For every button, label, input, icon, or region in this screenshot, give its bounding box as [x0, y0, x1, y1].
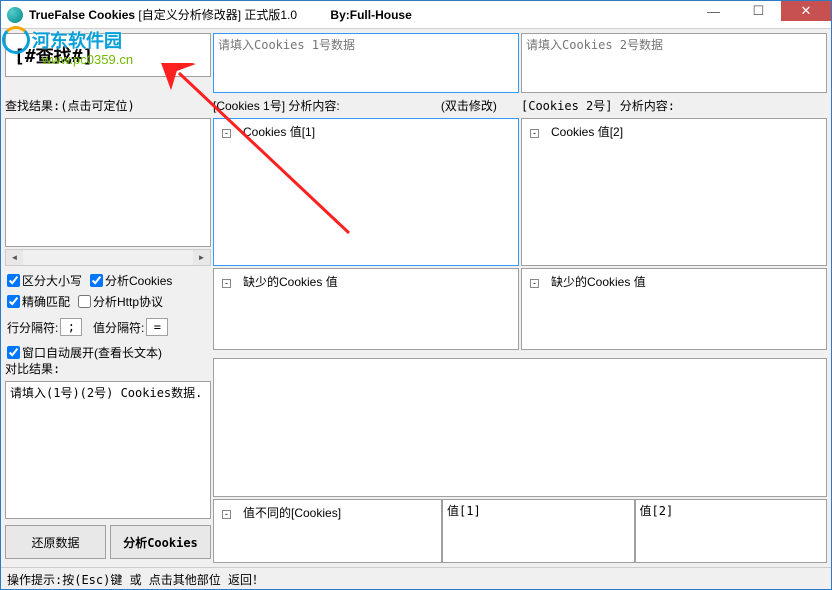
search-input[interactable] [5, 33, 211, 77]
collapse-icon[interactable]: - [222, 279, 231, 288]
search-results-list[interactable] [5, 118, 211, 247]
titlebar: TrueFalse Cookies [自定义分析修改器] 正式版1.0 By:F… [1, 1, 831, 29]
cookies2-missing[interactable]: -缺少的Cookies 值 [521, 268, 827, 350]
collapse-icon[interactable]: - [530, 279, 539, 288]
tree-row: -缺少的Cookies 值 [526, 271, 822, 292]
case-sensitive-checkbox[interactable]: 区分大小写 [7, 272, 82, 289]
horizontal-scrollbar[interactable]: ◄ ► [5, 249, 211, 266]
collapse-icon[interactable]: - [222, 510, 231, 519]
diff-col-val1[interactable]: 值[1] [442, 499, 635, 563]
cookies1-input[interactable] [213, 33, 519, 93]
analyze-cookies-checkbox[interactable]: 分析Cookies [90, 272, 172, 289]
search-results-label: 查找结果:(点击可定位) [5, 95, 211, 116]
analyze-http-checkbox[interactable]: 分析Http协议 [78, 293, 163, 310]
collapse-icon[interactable]: - [222, 129, 231, 138]
tree-row[interactable]: -Cookies 值[1] [218, 121, 514, 142]
collapse-icon[interactable]: - [530, 129, 539, 138]
cookies1-analysis-label: [Cookies 1号] 分析内容: (双击修改) [213, 95, 519, 116]
statusbar: 操作提示:按(Esc)键 或 点击其他部位 返回！ [1, 567, 831, 589]
diff-col-key[interactable]: -值不同的[Cookies] [213, 499, 442, 563]
close-button[interactable]: ✕ [781, 1, 831, 21]
line-sep-label: 行分隔符: [7, 319, 58, 336]
window-title: TrueFalse Cookies [自定义分析修改器] 正式版1.0 By:F… [29, 6, 691, 23]
diff-col-val2[interactable]: 值[2] [635, 499, 828, 563]
cookies2-input[interactable] [521, 33, 827, 93]
cookies1-missing[interactable]: -缺少的Cookies 值 [213, 268, 519, 350]
cookies1-tree[interactable]: -Cookies 值[1] [213, 118, 519, 266]
scroll-left-icon[interactable]: ◄ [6, 250, 23, 265]
val-sep-label: 值分隔符: [93, 319, 144, 336]
exact-match-checkbox[interactable]: 精确匹配 [7, 293, 70, 310]
compare-label: 对比结果: [5, 358, 211, 379]
cookies2-tree[interactable]: -Cookies 值[2] [521, 118, 827, 266]
compare-results[interactable]: 请填入(1号)(2号) Cookies数据. [5, 381, 211, 519]
minimize-button[interactable]: — [691, 1, 736, 21]
app-icon [7, 7, 23, 23]
diff-table: -值不同的[Cookies] 值[1] 值[2] [213, 499, 827, 563]
line-sep-input[interactable] [60, 318, 82, 336]
diff-detail-area[interactable] [213, 358, 827, 497]
val-sep-input[interactable] [146, 318, 168, 336]
tree-row: -缺少的Cookies 值 [218, 271, 514, 292]
scroll-right-icon[interactable]: ► [193, 250, 210, 265]
maximize-button[interactable]: ☐ [736, 1, 781, 21]
cookies2-analysis-label: [Cookies 2号] 分析内容: [521, 95, 827, 116]
tree-row[interactable]: -Cookies 值[2] [526, 121, 822, 142]
restore-button[interactable]: 还原数据 [5, 525, 106, 559]
analyze-button[interactable]: 分析Cookies [110, 525, 211, 559]
